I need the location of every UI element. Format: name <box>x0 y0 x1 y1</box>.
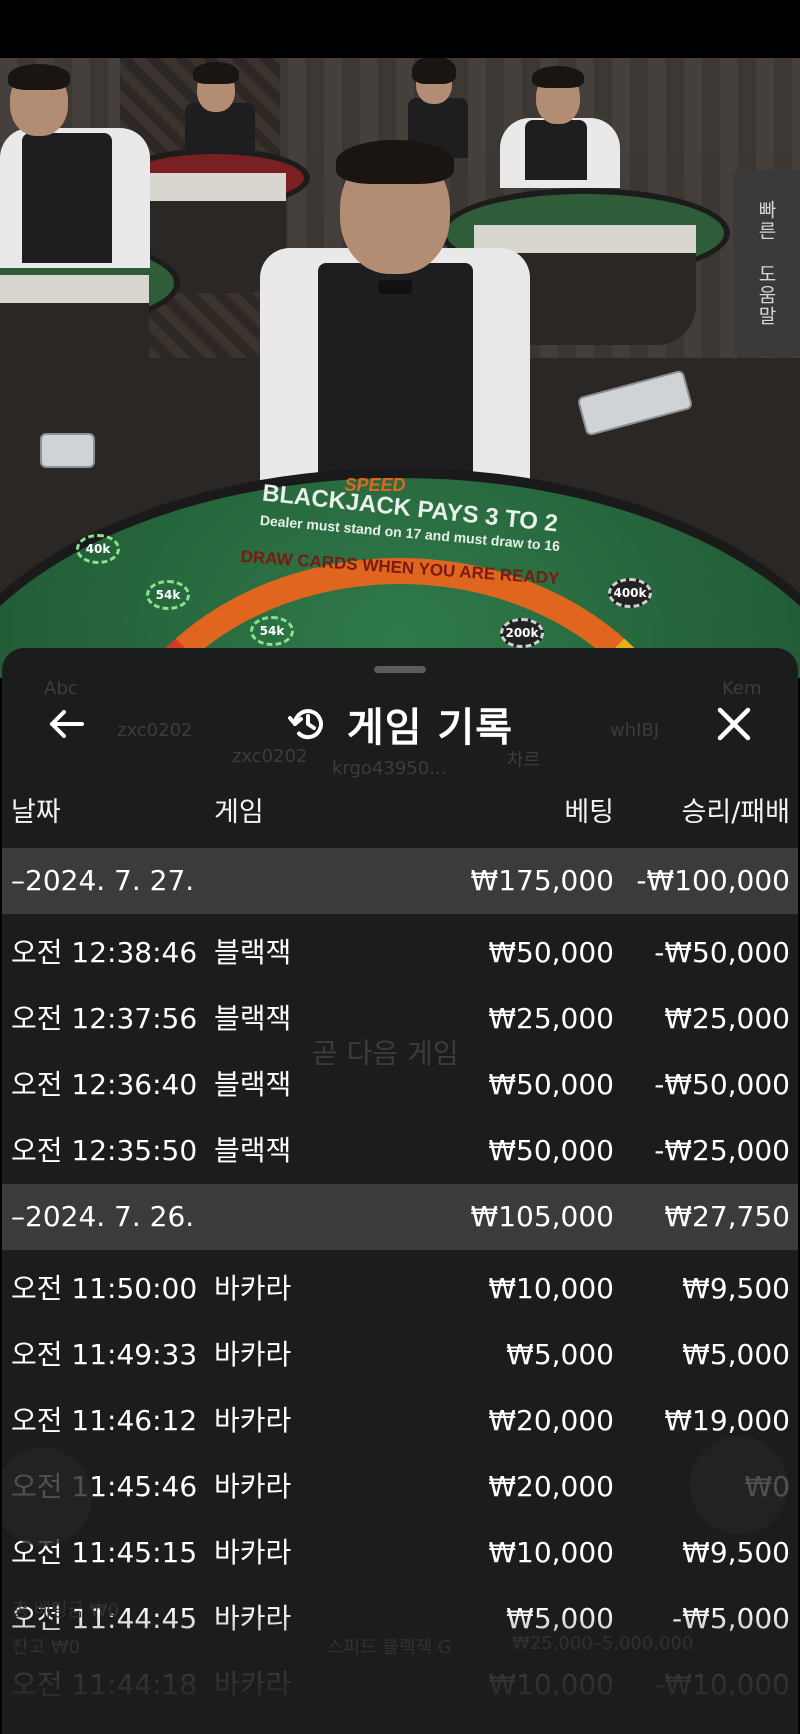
page-title: 게임 기록 <box>346 705 514 751</box>
close-button[interactable] <box>708 698 760 750</box>
date-group-header[interactable]: –2024. 7. 26. ₩105,000 ₩27,750 <box>2 1184 798 1250</box>
row-bet: ₩50,000 <box>488 1134 614 1167</box>
row-bet: ₩20,000 <box>488 1470 614 1503</box>
row-time: 오전 11:46:12 <box>11 1404 198 1437</box>
status-bar <box>0 0 800 58</box>
sheet-title: 게임 기록 <box>2 688 798 760</box>
quick-help-tab[interactable]: 빠른 도움말 <box>733 170 800 356</box>
close-x-icon <box>717 707 751 741</box>
history-row[interactable]: 오전 12:38:46 블랙잭 ₩50,000 -₩50,000 <box>2 920 798 986</box>
group-bet-total: ₩175,000 <box>470 864 614 897</box>
discard-tray <box>40 433 95 468</box>
underlay-total-bet: 총 베팅금 ₩0 <box>12 1600 119 1621</box>
row-result: -₩50,000 <box>654 936 790 969</box>
row-game: 바카라 <box>214 1668 292 1701</box>
row-game: 블랙잭 <box>214 936 292 969</box>
row-time: 오전 12:38:46 <box>11 936 198 969</box>
row-result: ₩9,500 <box>682 1272 790 1305</box>
underlay-game-name: 스피드 블랙잭 G <box>327 1637 452 1658</box>
history-row[interactable]: 오전 11:46:12 바카라 ₩20,000 ₩19,000 <box>2 1388 798 1454</box>
row-bet: ₩25,000 <box>488 1002 614 1035</box>
bet-chip: 54k <box>250 616 294 646</box>
history-row[interactable]: 오전 12:36:40 블랙잭 ₩50,000 -₩50,000 <box>2 1052 798 1118</box>
history-row[interactable]: 오전 11:44:18 바카라 ₩10,000 -₩10,000 <box>2 1652 798 1718</box>
column-header-win-loss: 승리/패배 <box>681 797 790 828</box>
history-row[interactable]: 오전 11:50:00 바카라 ₩10,000 ₩9,500 <box>2 1256 798 1322</box>
row-game: 블랙잭 <box>214 1068 292 1101</box>
row-time: 오전 12:36:40 <box>11 1068 198 1101</box>
bet-chip: 400k <box>608 578 652 608</box>
live-video-scene: SPEED BLACKJACK PAYS 3 TO 2 Dealer must … <box>0 58 800 678</box>
row-bet: ₩10,000 <box>488 1272 614 1305</box>
underlay-limits: ₩25,000–5,000,000 <box>512 1633 694 1654</box>
group-date: –2024. 7. 26. <box>11 1200 195 1233</box>
row-bet: ₩50,000 <box>488 936 614 969</box>
row-bet: ₩5,000 <box>506 1338 614 1371</box>
row-bet: ₩10,000 <box>488 1536 614 1569</box>
history-row[interactable]: 오전 12:35:50 블랙잭 ₩50,000 -₩25,000 <box>2 1118 798 1184</box>
column-header-date: 날짜 <box>11 797 61 828</box>
row-bet: ₩20,000 <box>488 1404 614 1437</box>
sheet-drag-handle[interactable] <box>374 666 426 673</box>
row-game: 바카라 <box>214 1602 292 1635</box>
bet-chip: 200k <box>500 618 544 648</box>
history-row[interactable]: 오전 12:37:56 블랙잭 ₩25,000 ₩25,000 <box>2 986 798 1052</box>
group-date: –2024. 7. 27. <box>11 864 195 897</box>
group-bet-total: ₩105,000 <box>470 1200 614 1233</box>
history-row[interactable]: 오전 11:45:46 바카라 ₩20,000 ₩0 <box>2 1454 798 1520</box>
history-row[interactable]: 오전 11:45:15 바카라 ₩10,000 ₩9,500 <box>2 1520 798 1586</box>
column-header-game: 게임 <box>214 797 264 828</box>
row-result: -₩25,000 <box>654 1134 790 1167</box>
underlay-balance: 잔고 ₩0 <box>12 1637 81 1658</box>
game-history-sheet: Abc Kem zxc0202 zxc0202 krgo43950... whI… <box>2 648 798 1734</box>
quick-help-label-1: 빠른 <box>755 199 777 242</box>
row-time: 오전 11:50:00 <box>11 1272 198 1305</box>
column-header-bet: 베팅 <box>564 797 614 828</box>
row-game: 블랙잭 <box>214 1134 292 1167</box>
group-result-total: -₩100,000 <box>636 864 790 897</box>
row-game: 바카라 <box>214 1536 292 1569</box>
sheet-header: 게임 기록 <box>2 688 798 760</box>
row-result: -₩50,000 <box>654 1068 790 1101</box>
row-time: 오전 11:49:33 <box>11 1338 198 1371</box>
bet-chip: 54k <box>146 580 190 610</box>
row-time: 오전 12:37:56 <box>11 1002 198 1035</box>
underlay-player: krgo43950... <box>332 758 447 779</box>
row-game: 블랙잭 <box>214 1002 292 1035</box>
row-game: 바카라 <box>214 1470 292 1503</box>
row-result: ₩5,000 <box>682 1338 790 1371</box>
history-clock-icon <box>287 709 323 740</box>
row-bet: ₩10,000 <box>488 1668 614 1701</box>
history-row[interactable]: 오전 11:49:33 바카라 ₩5,000 ₩5,000 <box>2 1322 798 1388</box>
date-group-header[interactable]: –2024. 7. 27. ₩175,000 -₩100,000 <box>2 848 798 914</box>
bet-chip: 40k <box>76 534 120 564</box>
row-game: 바카라 <box>214 1404 292 1437</box>
row-time: 오전 11:44:18 <box>11 1668 198 1701</box>
row-time: 오전 12:35:50 <box>11 1134 198 1167</box>
table-base <box>0 275 150 396</box>
row-game: 바카라 <box>214 1272 292 1305</box>
history-table: –2024. 7. 27. ₩175,000 -₩100,000 오전 12:3… <box>2 848 798 1718</box>
row-game: 바카라 <box>214 1338 292 1371</box>
row-result: -₩10,000 <box>654 1668 790 1701</box>
group-result-total: ₩27,750 <box>664 1200 790 1233</box>
underlay-menu-button <box>690 1436 788 1534</box>
quick-help-label-2: 도움말 <box>755 263 777 327</box>
row-bet: ₩50,000 <box>488 1068 614 1101</box>
row-result: ₩25,000 <box>664 1002 790 1035</box>
